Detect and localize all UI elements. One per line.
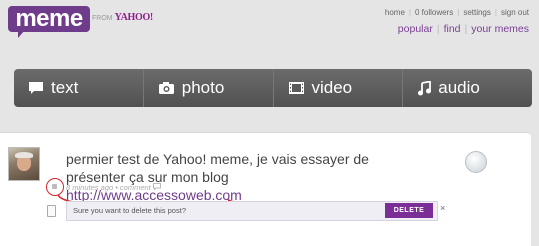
logo-text: meme — [8, 6, 90, 32]
link-home[interactable]: home — [385, 8, 405, 17]
separator: | — [457, 8, 460, 17]
confirm-text: Sure you want to delete this post? — [73, 206, 186, 215]
link-settings[interactable]: settings — [463, 8, 491, 17]
logo-tail — [18, 30, 25, 38]
yahoo-logo: YAHOO! — [114, 12, 154, 23]
close-icon[interactable]: × — [440, 203, 445, 213]
post-meta[interactable]: 8 minutes ago • comment — [66, 183, 161, 192]
tab-video[interactable]: video — [274, 69, 404, 107]
repost-button[interactable] — [465, 151, 487, 173]
tab-photo[interactable]: photo — [144, 69, 274, 107]
from-yahoo-label: FROM YAHOO! — [92, 12, 153, 23]
separator: | — [464, 23, 468, 35]
film-icon — [288, 82, 304, 94]
separator: | — [408, 8, 411, 17]
link-sign-out[interactable]: sign out — [501, 8, 529, 17]
top-links: home | 0 followers | settings | sign out — [385, 8, 529, 17]
camera-icon — [158, 82, 174, 94]
delete-button[interactable]: DELETE — [385, 203, 433, 218]
separator: | — [436, 23, 440, 35]
post-text: permier test de Yahoo! meme, je vais ess… — [66, 151, 369, 185]
avatar-hair — [15, 152, 33, 158]
post-meta-text: 8 minutes ago • comment — [66, 183, 151, 192]
post-composer-bar: text photo video audio — [14, 69, 532, 107]
separator: | — [494, 8, 497, 17]
link-popular[interactable]: popular — [398, 23, 433, 35]
music-note-icon — [418, 80, 432, 95]
link-followers[interactable]: 0 followers — [415, 8, 453, 17]
tab-audio-label: audio — [438, 78, 480, 97]
main-links: popular | find | your memes — [398, 23, 529, 35]
speech-bubble-icon — [29, 82, 43, 94]
tab-video-label: video — [311, 78, 353, 97]
tab-text-label: text — [51, 78, 79, 97]
trash-icon[interactable] — [52, 184, 57, 189]
avatar[interactable] — [8, 147, 40, 181]
link-your-memes[interactable]: your memes — [471, 23, 529, 35]
link-find[interactable]: find — [444, 23, 461, 35]
tab-audio[interactable]: audio — [403, 69, 532, 107]
document-icon — [47, 205, 56, 217]
tab-photo-label: photo — [181, 78, 225, 97]
from-label: FROM — [92, 15, 113, 22]
comment-icon[interactable] — [152, 183, 161, 191]
tab-text[interactable]: text — [14, 69, 144, 107]
meme-logo[interactable]: meme — [8, 6, 90, 38]
delete-confirmation: Sure you want to delete this post? DELET… — [66, 201, 438, 221]
